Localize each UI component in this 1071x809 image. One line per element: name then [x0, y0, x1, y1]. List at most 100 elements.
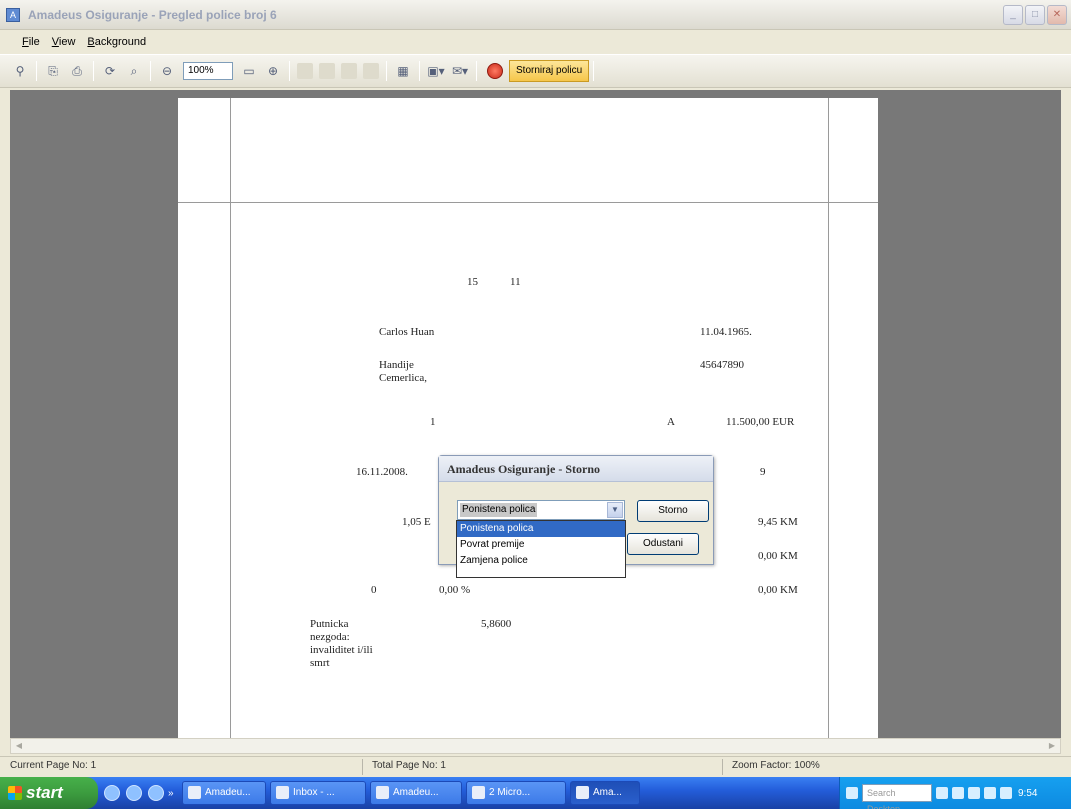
toolbar-separator — [36, 61, 37, 81]
clock: 9:54 — [1018, 787, 1038, 799]
window-controls: _ □ ✕ — [1003, 5, 1067, 25]
menu-file[interactable]: File — [22, 36, 40, 48]
toolbar-separator — [289, 61, 290, 81]
field-address: Handije Cemerlica, — [379, 359, 427, 384]
tray-network-icon[interactable] — [952, 787, 964, 799]
tray-volume-icon[interactable] — [984, 787, 996, 799]
window-title: Amadeus Osiguranje - Pregled police broj… — [28, 8, 277, 22]
page-header-divider — [178, 202, 878, 203]
toolbar: ⚲ ⎘ ⎙ ⟳ ⌕ ⊖ 100% ▭ ⊕ ▦ ▣▾ ✉▾ Storniraj p… — [0, 54, 1071, 88]
field-name: Carlos Huan — [379, 326, 435, 338]
task-microsoft[interactable]: 2 Micro... — [466, 781, 566, 805]
toolbar-separator — [593, 61, 595, 81]
tray-messenger-icon[interactable] — [1000, 787, 1012, 799]
menu-background[interactable]: Background — [87, 36, 146, 48]
toolbar-separator — [93, 61, 94, 81]
field-id-number: 45647890 — [700, 359, 744, 371]
field-premium-1: 9,45 KM — [758, 516, 798, 528]
maximize-button[interactable]: □ — [1025, 5, 1045, 25]
page-border-right — [828, 98, 829, 738]
storno-reason-dropdown: Ponistena polica Povrat premije Zamjena … — [456, 520, 626, 578]
cancel-button[interactable]: Odustani — [627, 533, 699, 555]
fit-page-icon[interactable]: ▭ — [240, 62, 258, 80]
task-amadeus-1[interactable]: Amadeu... — [182, 781, 266, 805]
taskbar: start » Amadeu... Inbox - ... Amadeu... … — [0, 777, 1071, 809]
minimize-button[interactable]: _ — [1003, 5, 1023, 25]
toolbar-separator — [150, 61, 151, 81]
stop-icon[interactable] — [487, 63, 503, 79]
field-num-15: 15 — [467, 276, 478, 288]
quicklaunch-overflow-icon[interactable]: » — [168, 788, 178, 799]
dialog-title: Amadeus Osiguranje - Storno — [439, 456, 713, 482]
field-premium-3: 0,00 KM — [758, 584, 798, 596]
save-dropdown-icon[interactable]: ▣▾ — [427, 62, 445, 80]
field-num-11: 11 — [510, 276, 521, 288]
prev-page-icon[interactable] — [319, 63, 335, 79]
layout-icon[interactable]: ▦ — [394, 62, 412, 80]
field-date: 16.11.2008. — [356, 466, 408, 478]
export-icon[interactable]: ⎘ — [44, 62, 62, 80]
page-border-left — [230, 98, 231, 738]
close-button[interactable]: ✕ — [1047, 5, 1067, 25]
status-bar: Current Page No: 1 Total Page No: 1 Zoom… — [0, 756, 1071, 776]
storno-reason-value: Ponistena polica — [460, 503, 538, 517]
field-coef: 5,8600 — [481, 618, 512, 630]
option-ponistena-polica[interactable]: Ponistena polica — [457, 521, 625, 537]
field-percent: 0,00 % — [439, 584, 471, 596]
refresh-icon[interactable]: ⟳ — [101, 62, 119, 80]
toolbar-separator — [419, 61, 420, 81]
menu-view[interactable]: View — [52, 36, 76, 48]
field-risk: Putnicka nezgoda: invaliditet i/ili smrt — [310, 618, 373, 669]
title-bar: A Amadeus Osiguranje - Pregled police br… — [0, 0, 1071, 30]
app-icon: A — [6, 8, 20, 22]
status-zoom: Zoom Factor: 100% — [732, 760, 820, 771]
search-go-icon[interactable] — [936, 787, 948, 799]
search-icon[interactable]: ⌕ — [125, 62, 143, 80]
status-separator — [362, 759, 363, 775]
tray-antivirus-icon[interactable] — [968, 787, 980, 799]
next-page-icon[interactable] — [341, 63, 357, 79]
field-days: 9 — [760, 466, 766, 478]
field-amount-eur: 11.500,00 EUR — [726, 416, 795, 428]
menu-bar: File View Background — [0, 30, 1071, 54]
binoculars-icon[interactable]: ⚲ — [11, 62, 29, 80]
last-page-icon[interactable] — [363, 63, 379, 79]
field-premium-2: 0,00 KM — [758, 550, 798, 562]
zoom-out-icon[interactable]: ⊖ — [158, 62, 176, 80]
zoom-in-icon[interactable]: ⊕ — [264, 62, 282, 80]
field-rate: 1,05 E — [402, 516, 431, 528]
zoom-input[interactable]: 100% — [183, 62, 233, 80]
print-icon[interactable]: ⎙ — [68, 62, 86, 80]
google-desktop-icon[interactable] — [846, 787, 858, 799]
system-tray: Search Desktop 9:54 — [839, 777, 1071, 809]
option-povrat-premije[interactable]: Povrat premije — [457, 537, 625, 553]
status-current-page: Current Page No: 1 — [10, 760, 97, 771]
toolbar-separator — [386, 61, 387, 81]
field-class: A — [667, 416, 675, 428]
quicklaunch-ie-icon[interactable] — [104, 785, 120, 801]
chevron-down-icon[interactable]: ▼ — [607, 502, 623, 518]
task-amadeus-active[interactable]: Ama... — [570, 781, 640, 805]
storno-reason-select[interactable]: Ponistena polica ▼ — [457, 500, 625, 520]
task-amadeus-2[interactable]: Amadeu... — [370, 781, 462, 805]
report-page: 15 11 Carlos Huan 11.04.1965. Handije Ce… — [178, 98, 878, 738]
storniraj-button[interactable]: Storniraj policu — [509, 60, 590, 82]
scroll-right-icon[interactable]: ▶ — [1045, 740, 1059, 752]
storno-button[interactable]: Storno — [637, 500, 709, 522]
status-separator — [722, 759, 723, 775]
status-total-page: Total Page No: 1 — [372, 760, 446, 771]
field-count: 1 — [430, 416, 436, 428]
email-dropdown-icon[interactable]: ✉▾ — [451, 62, 469, 80]
field-zero: 0 — [371, 584, 377, 596]
desktop-search-input[interactable]: Search Desktop — [862, 784, 932, 809]
task-inbox[interactable]: Inbox - ... — [270, 781, 366, 805]
start-button[interactable]: start — [0, 777, 98, 809]
toolbar-separator — [476, 61, 477, 81]
option-zamjena-police[interactable]: Zamjena police — [457, 553, 625, 569]
quicklaunch-media-icon[interactable] — [126, 785, 142, 801]
horizontal-scrollbar[interactable]: ◀ ▶ — [10, 738, 1061, 754]
quicklaunch-firefox-icon[interactable] — [148, 785, 164, 801]
scroll-left-icon[interactable]: ◀ — [12, 740, 26, 752]
first-page-icon[interactable] — [297, 63, 313, 79]
report-viewer: 15 11 Carlos Huan 11.04.1965. Handije Ce… — [10, 90, 1061, 738]
